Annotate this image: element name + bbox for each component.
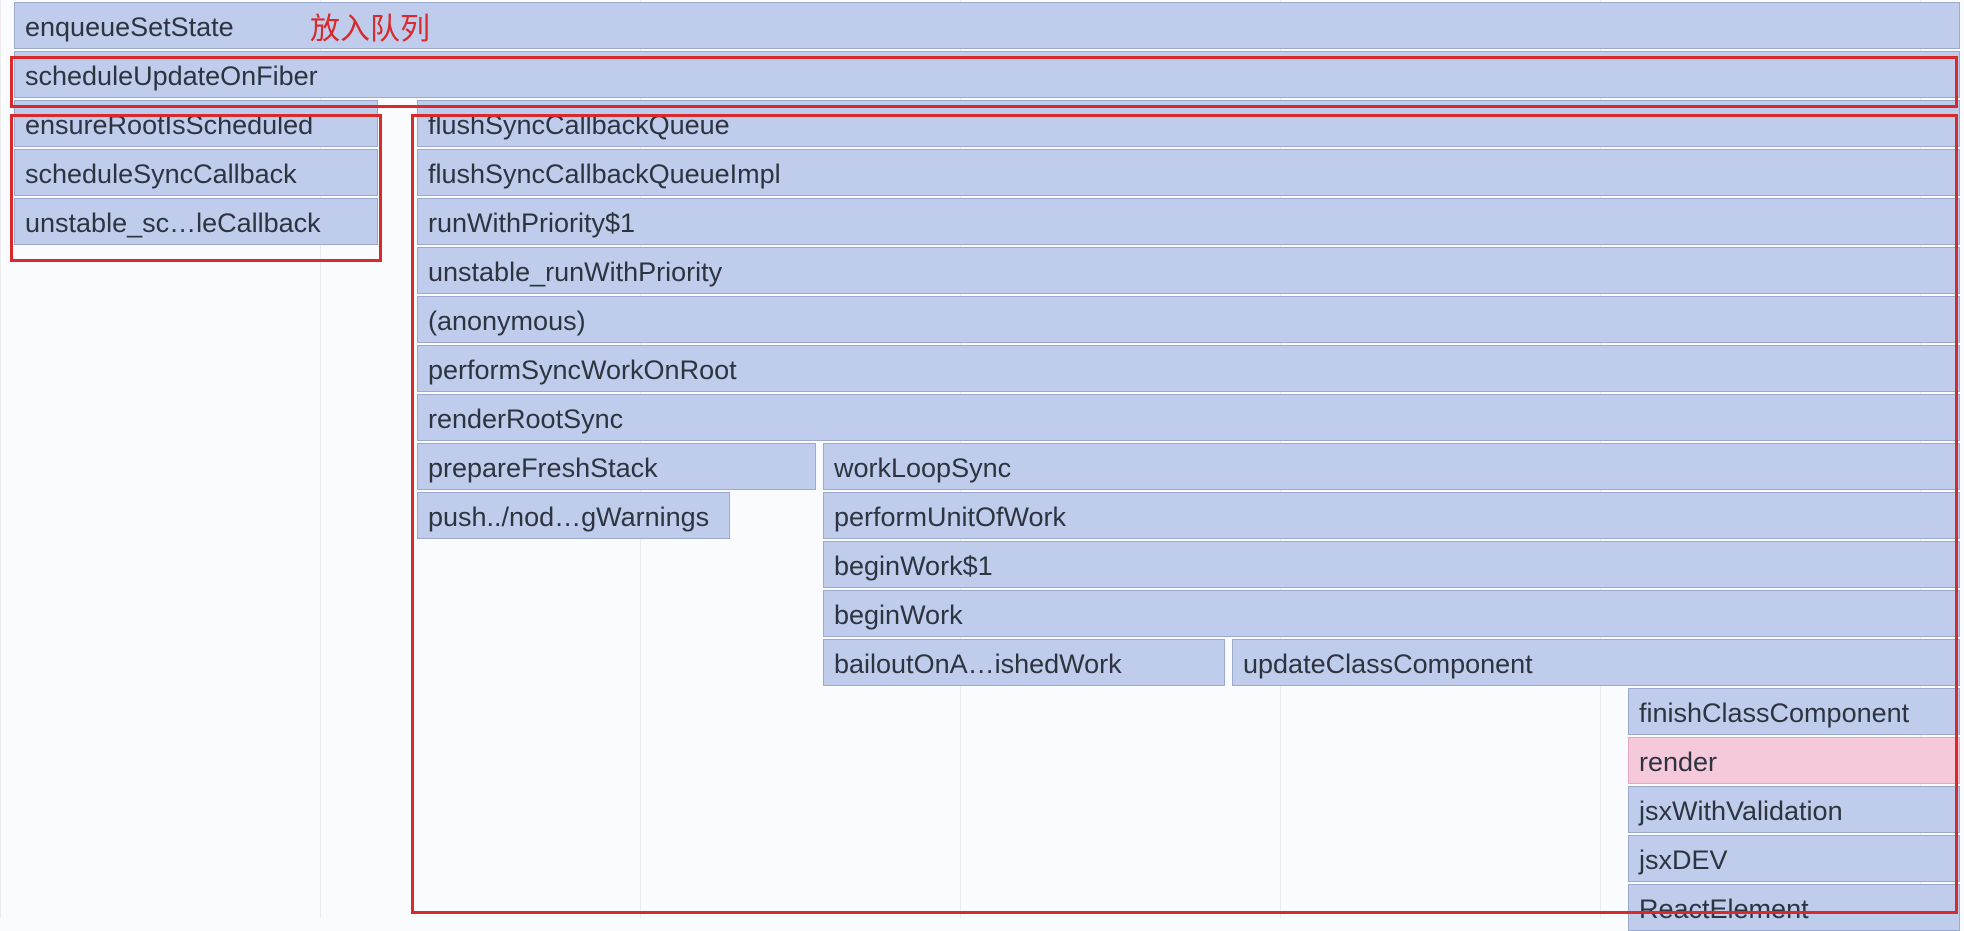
flame-bar-anonymous[interactable]: (anonymous) [417, 296, 1960, 343]
flame-bar-performUnitOfWork[interactable]: performUnitOfWork [823, 492, 1960, 539]
flame-bar-flushSyncCallbackQueueImpl[interactable]: flushSyncCallbackQueueImpl [417, 149, 1960, 196]
flame-bar-ensureRootIsScheduled[interactable]: ensureRootIsScheduled [14, 100, 378, 147]
flame-bar-render[interactable]: render [1628, 737, 1960, 784]
flame-bar-pushNodeWarnings[interactable]: push../nod…gWarnings [417, 492, 730, 539]
flame-bar-jsxDEV[interactable]: jsxDEV [1628, 835, 1960, 882]
flame-chart[interactable]: enqueueSetStatescheduleUpdateOnFiberensu… [0, 0, 1964, 918]
flame-bar-bailoutOnAlreadyFinishedWork[interactable]: bailoutOnA…ishedWork [823, 639, 1225, 686]
flame-bar-unstable_runWithPriority[interactable]: unstable_runWithPriority [417, 247, 1960, 294]
flame-bar-performSyncWorkOnRoot[interactable]: performSyncWorkOnRoot [417, 345, 1960, 392]
flame-bar-scheduleSyncCallback[interactable]: scheduleSyncCallback [14, 149, 378, 196]
flame-bar-ReactElement[interactable]: ReactElement [1628, 884, 1960, 931]
flame-bar-unstable_scheduleCallback[interactable]: unstable_sc…leCallback [14, 198, 378, 245]
flame-bar-beginWork$1[interactable]: beginWork$1 [823, 541, 1960, 588]
flame-bar-finishClassComponent[interactable]: finishClassComponent [1628, 688, 1960, 735]
flame-bar-jsxWithValidation[interactable]: jsxWithValidation [1628, 786, 1960, 833]
flame-bar-scheduleUpdateOnFiber[interactable]: scheduleUpdateOnFiber [14, 51, 1960, 98]
flame-bar-renderRootSync[interactable]: renderRootSync [417, 394, 1960, 441]
flame-bar-enqueueSetState[interactable]: enqueueSetState [14, 2, 1960, 49]
flame-bar-prepareFreshStack[interactable]: prepareFreshStack [417, 443, 816, 490]
flame-bar-workLoopSync[interactable]: workLoopSync [823, 443, 1960, 490]
flame-bar-updateClassComponent[interactable]: updateClassComponent [1232, 639, 1960, 686]
flame-bar-runWithPriority$1[interactable]: runWithPriority$1 [417, 198, 1960, 245]
flame-bar-beginWork[interactable]: beginWork [823, 590, 1960, 637]
flame-bar-flushSyncCallbackQueue[interactable]: flushSyncCallbackQueue [417, 100, 1960, 147]
